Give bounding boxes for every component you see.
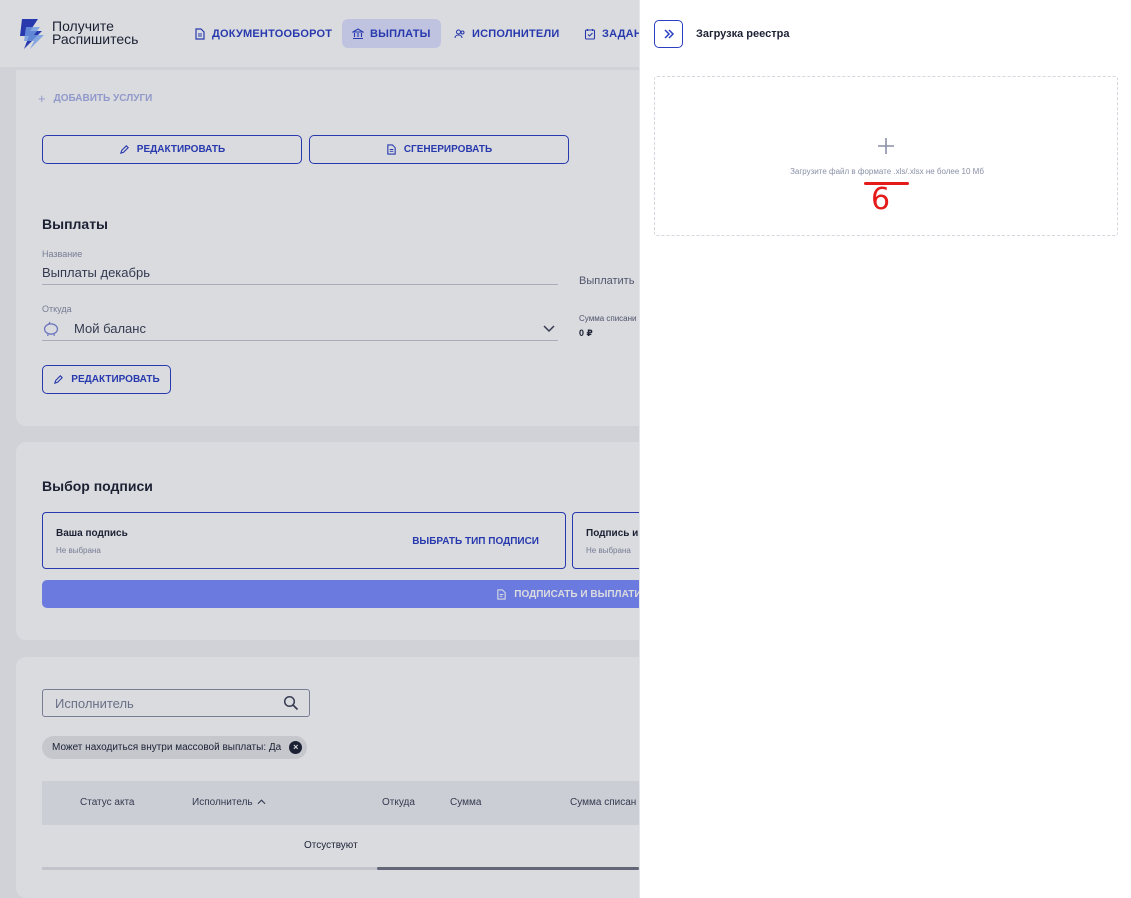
annotation-number: 6 — [871, 182, 891, 217]
plus-icon — [878, 138, 894, 154]
collapse-drawer-button[interactable] — [654, 20, 683, 48]
file-dropzone[interactable]: Загрузите файл в формате .xls/.xlsx не б… — [654, 76, 1118, 236]
upload-registry-drawer: Загрузка реестра Загрузите файл в формат… — [639, 0, 1131, 898]
drawer-title: Загрузка реестра — [696, 28, 790, 40]
double-chevron-right-icon — [663, 29, 674, 39]
upload-hint: Загрузите файл в формате .xls/.xlsx не б… — [790, 167, 984, 176]
